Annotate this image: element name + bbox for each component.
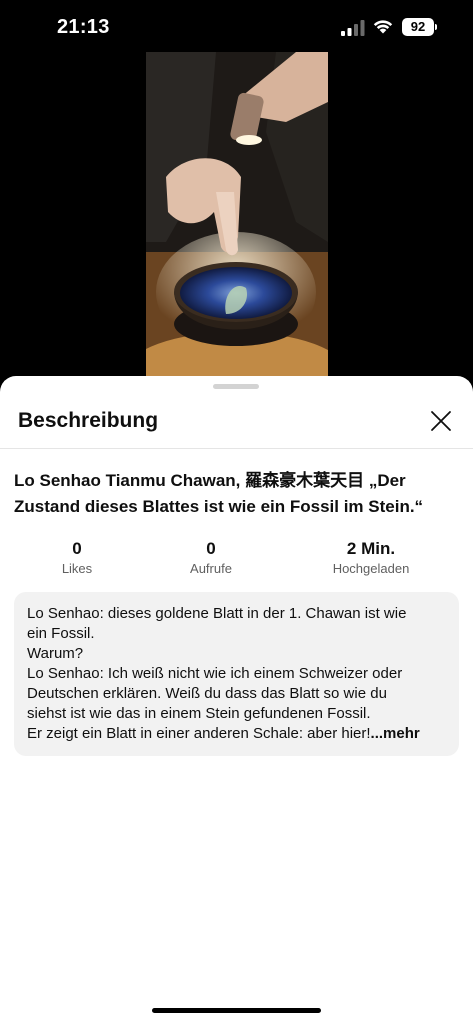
- description-line: ein Fossil.: [27, 625, 95, 642]
- battery-tip: [435, 24, 437, 30]
- battery-icon: 92: [402, 18, 434, 36]
- more-link[interactable]: ...mehr: [371, 725, 420, 742]
- video-area: 21:13 92: [0, 0, 473, 400]
- stat-views: 0 Aufrufe: [151, 538, 271, 578]
- uploaded-label: Hochgeladen: [332, 561, 410, 576]
- video-thumbnail[interactable]: [146, 52, 328, 400]
- sheet-title: Beschreibung: [18, 409, 159, 432]
- likes-count: 0: [72, 539, 82, 558]
- stat-likes: 0 Likes: [17, 538, 137, 578]
- description-box[interactable]: Lo Senhao: dieses goldene Blatt in der 1…: [14, 592, 459, 756]
- video-title: Lo Senhao Tianmu Chawan, 羅森豪木葉天目 „Der Zu…: [14, 471, 424, 516]
- description-line: Deutschen erklären. Weiß du dass das Bla…: [27, 685, 387, 702]
- description-sheet: Beschreibung Lo Senhao Tianmu Chawan, 羅森…: [0, 376, 473, 1023]
- uploaded-value: 2 Min.: [346, 539, 396, 558]
- home-indicator[interactable]: [152, 1008, 321, 1013]
- wifi-icon: [373, 20, 393, 34]
- close-icon: [431, 411, 451, 431]
- description-last-line: Er zeigt ein Blatt in einer anderen Scha…: [27, 724, 445, 744]
- status-bar: 21:13 92: [0, 0, 473, 52]
- description-line: siehst ist wie das in einem Stein gefund…: [27, 705, 371, 722]
- description-line: Lo Senhao: Ich weiß nicht wie ich einem …: [27, 665, 403, 682]
- stat-uploaded: 2 Min. Hochgeladen: [311, 538, 431, 578]
- stats-row: 0 Likes 0 Aufrufe 2 Min. Hochgeladen: [0, 538, 473, 582]
- views-label: Aufrufe: [190, 561, 232, 576]
- sheet-grabber[interactable]: [213, 384, 259, 389]
- signal-icon: [341, 20, 365, 36]
- description-line-text: Er zeigt ein Blatt in einer anderen Scha…: [27, 725, 371, 742]
- description-line: Warum?: [27, 645, 84, 662]
- sheet-divider: [0, 448, 473, 449]
- likes-label: Likes: [61, 561, 93, 576]
- views-count: 0: [206, 539, 216, 558]
- close-button[interactable]: [426, 406, 456, 436]
- screen: 21:13 92 Beschreibung Lo Senhao Tianmu C…: [0, 0, 473, 1023]
- status-time: 21:13: [57, 16, 110, 38]
- video-frame-illustration: [146, 52, 328, 400]
- description-line: Lo Senhao: dieses goldene Blatt in der 1…: [27, 605, 407, 622]
